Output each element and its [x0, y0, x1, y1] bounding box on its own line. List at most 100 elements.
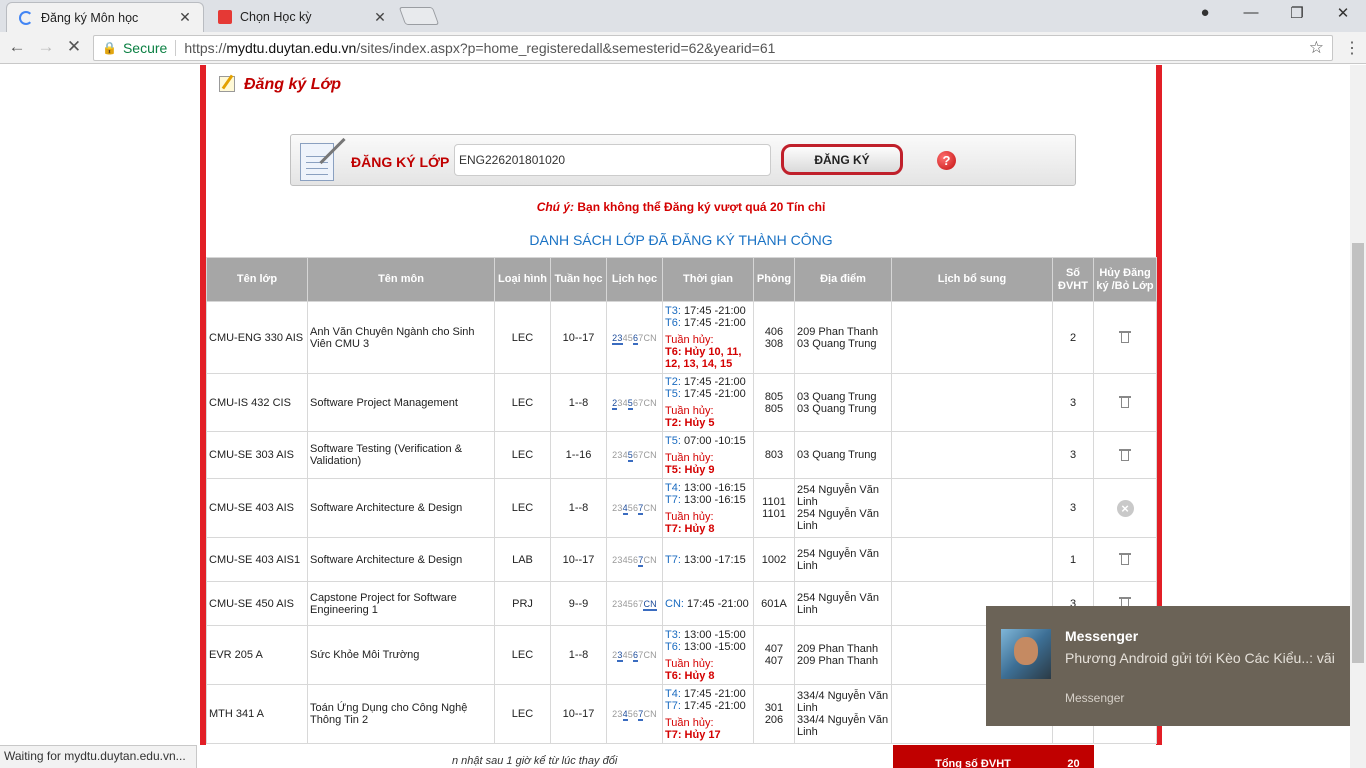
- column-header: Tên môn: [307, 257, 495, 302]
- notification-message: Phương Android gửi tới Kèo Các Kiểu..: v…: [1065, 650, 1335, 666]
- schedule-days-cell: 234567CN: [606, 537, 663, 582]
- time-day: T5:: [665, 388, 681, 400]
- column-header: Địa điểm: [794, 257, 892, 302]
- cancel-weeks-label: Tuần hủy:: [665, 334, 714, 346]
- time-day: T4:: [665, 481, 681, 494]
- room-cell: 301 206: [753, 684, 795, 744]
- bookmark-star-icon[interactable]: ☆: [1309, 38, 1324, 58]
- class-code-input[interactable]: [454, 144, 771, 176]
- schedule-days: 234567CN: [612, 650, 657, 662]
- time-line: T7: 13:00 -16:15: [665, 494, 751, 506]
- type-cell: LEC: [494, 301, 551, 374]
- column-header: Phòng: [753, 257, 795, 302]
- tab-close-icon[interactable]: ✕: [177, 9, 193, 26]
- extra-schedule-cell: [891, 373, 1053, 432]
- time-line: T3: 17:45 -21:00: [665, 305, 751, 317]
- weeks-cell: 10--17: [550, 684, 607, 744]
- time-line: T7: 17:45 -21:00: [665, 700, 751, 712]
- subject-name-cell: Sức Khỏe Môi Trường: [307, 625, 495, 685]
- register-class-box: ĐĂNG KÝ LỚP ĐĂNG KÝ ?: [290, 134, 1076, 186]
- time-day: T2:: [665, 376, 681, 388]
- divider: [175, 40, 177, 56]
- schedule-days-cell: 234567CN: [606, 431, 663, 479]
- new-tab-button[interactable]: [398, 7, 440, 25]
- window-close-button[interactable]: ✕: [1328, 4, 1358, 22]
- trash-icon[interactable]: [1119, 329, 1131, 343]
- messenger-notification[interactable]: Messenger Phương Android gửi tới Kèo Các…: [986, 606, 1350, 726]
- scrollbar-thumb[interactable]: [1352, 243, 1364, 663]
- cancel-weeks-detail: T6: Hủy 10, 11, 12, 13, 14, 15: [665, 346, 742, 370]
- weeks-cell: 1--8: [550, 478, 607, 538]
- trash-icon[interactable]: [1119, 394, 1131, 408]
- day-marker: CN: [643, 450, 657, 460]
- url-host: mydtu.duytan.edu.vn: [226, 40, 357, 56]
- trash-icon[interactable]: [1119, 551, 1131, 565]
- time-day: T4:: [665, 687, 681, 700]
- cancel-weeks-label: Tuần hủy:: [665, 510, 714, 523]
- pdf-favicon-icon: [218, 10, 232, 24]
- time-day: T5:: [665, 434, 681, 447]
- cancel-action-cell: [1093, 301, 1157, 374]
- register-button[interactable]: ĐĂNG KÝ: [781, 144, 903, 175]
- tab-dang-ky-mon-hoc[interactable]: Đăng ký Môn học ✕: [6, 2, 204, 32]
- table-row: CMU-IS 432 CIS Software Project Managemen…: [206, 373, 1157, 432]
- time-day: T7:: [665, 699, 681, 712]
- stop-loading-button[interactable]: ✕: [63, 37, 85, 57]
- extra-schedule-cell: [891, 431, 1053, 479]
- browser-menu-icon[interactable]: ⋮: [1344, 38, 1360, 58]
- time-line: T3: 13:00 -15:00: [665, 629, 751, 641]
- time-range: 13:00 -16:15: [680, 481, 746, 494]
- day-marker: CN: [643, 397, 657, 408]
- extra-schedule-cell: [891, 301, 1053, 374]
- tab-chon-hoc-ky[interactable]: Chọn Học kỳ ✕: [206, 2, 398, 32]
- subject-name-cell: Software Architecture & Design: [307, 478, 495, 538]
- type-cell: LEC: [494, 478, 551, 538]
- table-row: CMU-SE 403 AIS Software Architecture & De…: [206, 478, 1157, 538]
- tab-close-icon[interactable]: ✕: [372, 9, 388, 26]
- time-day: T3:: [665, 305, 681, 317]
- minimize-button[interactable]: —: [1236, 4, 1266, 21]
- room-cell: 803: [753, 431, 795, 479]
- time-day: T3:: [665, 628, 681, 641]
- cancel-action-cell: [1093, 373, 1157, 432]
- restore-button[interactable]: ❐: [1282, 4, 1312, 22]
- profile-icon[interactable]: ●: [1190, 4, 1220, 21]
- schedule-days: 234567CN: [612, 598, 657, 611]
- credits-cell: 3: [1052, 431, 1094, 479]
- time-cell: T3: 13:00 -15:00 T6: 13:00 -15:00 Tuần hủy…: [662, 625, 754, 685]
- location-cell: 334/4 Nguyễn Văn Linh 334/4 Nguyễn Văn L…: [794, 684, 892, 744]
- weeks-cell: 1--16: [550, 431, 607, 479]
- address-bar[interactable]: 🔒 Secure https://mydtu.duytan.edu.vn/sit…: [93, 35, 1333, 61]
- time-line: T6: 17:45 -21:00: [665, 317, 751, 329]
- time-cell: T7: 13:00 -17:15: [662, 537, 754, 582]
- type-cell: LAB: [494, 537, 551, 582]
- tab-title: Chọn Học kỳ: [240, 10, 312, 24]
- day-marker: 4: [622, 397, 628, 408]
- trash-icon[interactable]: [1119, 447, 1131, 461]
- lock-icon: 🔒: [102, 41, 117, 55]
- cancel-weeks-label: Tuần hủy:: [665, 405, 714, 417]
- schedule-days: 234567CN: [612, 554, 657, 567]
- time-line: T5: 17:45 -21:00: [665, 388, 751, 400]
- time-range: 17:45 -21:00: [683, 597, 749, 610]
- room-cell: 805 805: [753, 373, 795, 432]
- loading-spinner-icon: [19, 10, 33, 25]
- cancel-x-icon[interactable]: ×: [1116, 499, 1134, 517]
- url-text: https://mydtu.duytan.edu.vn/sites/index.…: [184, 40, 775, 56]
- cancel-weeks-detail: T2: Hủy 5: [665, 417, 715, 429]
- time-range: 17:45 -21:00: [680, 699, 746, 712]
- registered-list-title: DANH SÁCH LỚP ĐÃ ĐĂNG KÝ THÀNH CÔNG: [529, 232, 833, 248]
- schedule-days: 234567CN: [612, 450, 657, 462]
- class-name-cell: CMU-SE 403 AIS: [206, 478, 308, 538]
- column-header: Loại hình: [494, 257, 551, 302]
- schedule-days-cell: 234567CN: [606, 373, 663, 432]
- class-name-cell: EVR 205 A: [206, 625, 308, 685]
- type-cell: LEC: [494, 373, 551, 432]
- help-icon[interactable]: ?: [937, 151, 956, 170]
- page-scrollbar[interactable]: [1350, 65, 1366, 768]
- time-range: 13:00 -16:15: [680, 493, 746, 506]
- forward-button[interactable]: →: [35, 37, 57, 57]
- back-button[interactable]: ←: [6, 37, 28, 57]
- warning-prefix: Chú ý:: [536, 200, 575, 214]
- cancel-weeks-label: Tuần hủy:: [665, 451, 714, 464]
